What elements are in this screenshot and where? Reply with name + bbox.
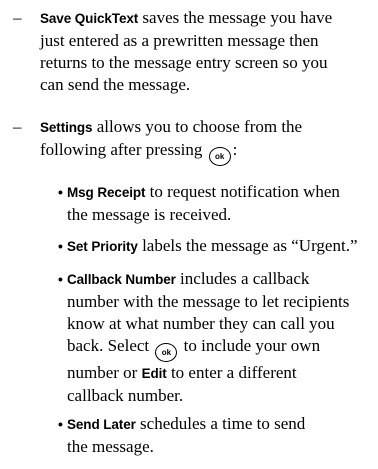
settings-term: Settings: [40, 120, 93, 135]
send-later-text: Send Later schedules a time to send the …: [67, 414, 306, 456]
settings-text: Settings allows you to choose from the f…: [40, 116, 375, 166]
edit-term: Edit: [141, 366, 167, 381]
callback-number-text: Callback Number includes a callback numb…: [67, 269, 350, 405]
set-priority-term: Set Priority: [67, 239, 138, 254]
msg-receipt-text: Msg Receipt to request notification when…: [67, 182, 340, 224]
bullet-marker: •: [58, 238, 63, 254]
ok-button-icon: ok: [155, 343, 178, 362]
bullet-marker: •: [58, 416, 63, 432]
callback-number-term: Callback Number: [67, 272, 176, 287]
manual-page: – Save QuickText saves the message you h…: [0, 0, 378, 469]
bullet-marker: •: [58, 271, 63, 287]
save-quicktext-text: Save QuickText saves the message you hav…: [40, 8, 333, 94]
ok-button-icon: ok: [208, 147, 231, 166]
msg-receipt-term: Msg Receipt: [67, 185, 146, 200]
dash-marker: –: [13, 117, 22, 136]
bullet-marker: •: [58, 184, 63, 200]
set-priority-text: Set Priority labels the message as “Urge…: [67, 236, 358, 255]
save-quicktext-term: Save QuickText: [40, 11, 139, 26]
dash-marker: –: [13, 8, 22, 27]
send-later-term: Send Later: [67, 417, 136, 432]
